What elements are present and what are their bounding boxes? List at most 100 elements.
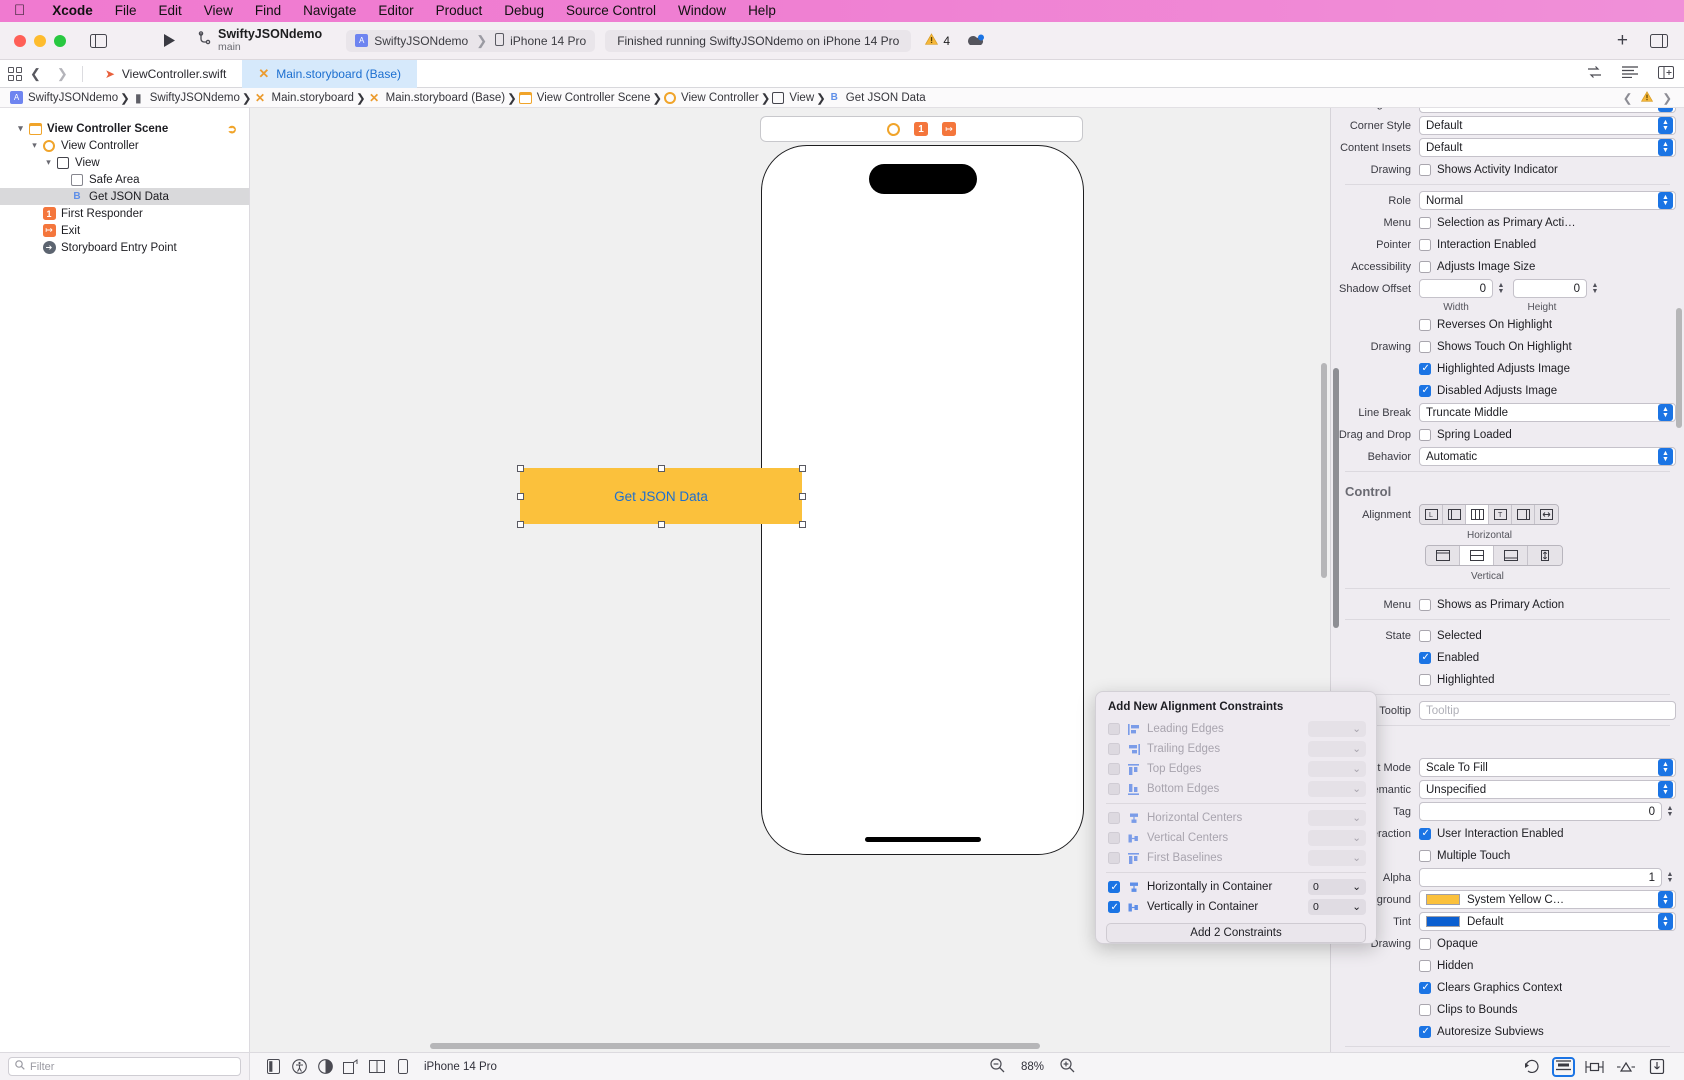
- checkbox-icon[interactable]: [1419, 384, 1431, 397]
- checkbox-icon[interactable]: [1108, 852, 1120, 864]
- breadcrumb-item-storyboard-base[interactable]: ✕ Main.storyboard (Base): [366, 91, 508, 105]
- checkbox-icon[interactable]: [1419, 238, 1431, 251]
- resize-handle-middle-left[interactable]: [517, 493, 524, 500]
- align-center-option[interactable]: [1466, 505, 1489, 524]
- menu-item-find[interactable]: Find: [244, 0, 292, 22]
- first-responder-icon[interactable]: 1: [914, 122, 928, 136]
- chevron-updown-icon[interactable]: ▲▼: [1658, 404, 1673, 421]
- disclosure-triangle-icon[interactable]: ▾: [42, 157, 55, 168]
- zoom-in-button[interactable]: [1060, 1057, 1075, 1076]
- tab-main-storyboard[interactable]: ✕ Main.storyboard (Base): [242, 59, 417, 88]
- checkbox-icon[interactable]: [1419, 959, 1431, 972]
- outline-item-exit[interactable]: ↦ Exit: [0, 222, 249, 239]
- outline-item-first-responder[interactable]: 1 First Responder: [0, 205, 249, 222]
- checkbox-icon[interactable]: [1108, 832, 1120, 844]
- outline-item-view[interactable]: ▾ View: [0, 154, 249, 171]
- checkbox-icon[interactable]: [1108, 723, 1120, 735]
- interaction-enabled-checkbox[interactable]: Interaction Enabled: [1419, 238, 1536, 251]
- chevron-updown-icon[interactable]: ▲▼: [1658, 117, 1673, 134]
- leading-edges-dropdown[interactable]: ⌄: [1308, 721, 1366, 737]
- resize-handle-bottom-left[interactable]: [517, 521, 524, 528]
- reverses-on-highlight-checkbox[interactable]: Reverses On Highlight: [1419, 318, 1552, 331]
- minimize-button[interactable]: [34, 34, 46, 47]
- selection-primary-action-checkbox[interactable]: Selection as Primary Acti…: [1419, 216, 1576, 229]
- zoom-out-button[interactable]: [990, 1057, 1005, 1076]
- device-frame-iphone-14-pro[interactable]: [761, 145, 1084, 855]
- menu-item-help[interactable]: Help: [737, 0, 787, 22]
- document-outline-toggle-icon[interactable]: [260, 1056, 286, 1078]
- align-center-left-option[interactable]: [1443, 505, 1466, 524]
- add-new-constraints-icon[interactable]: [1583, 1057, 1606, 1077]
- resize-handle-middle-right[interactable]: [799, 493, 806, 500]
- view-controller-icon[interactable]: [887, 122, 900, 136]
- behavior-select[interactable]: Automatic ▲ ▼: [1419, 447, 1676, 466]
- align-fill-option[interactable]: [1535, 505, 1558, 524]
- accessibility-icon[interactable]: [286, 1056, 312, 1078]
- checkbox-icon[interactable]: [1419, 260, 1431, 273]
- disabled-adjusts-image-checkbox[interactable]: Disabled Adjusts Image: [1419, 384, 1557, 397]
- adjusts-image-size-checkbox[interactable]: Adjusts Image Size: [1419, 260, 1535, 273]
- horizontally-in-container-dropdown[interactable]: 0 ⌄: [1308, 879, 1366, 895]
- stepper-icon[interactable]: ▲▼: [1664, 868, 1676, 887]
- go-back-button[interactable]: ❮: [22, 66, 49, 82]
- stepper-icon[interactable]: ▲▼: [1495, 279, 1507, 298]
- align-right-option[interactable]: [1512, 505, 1535, 524]
- resize-handle-top-center[interactable]: [658, 465, 665, 472]
- content-insets-select[interactable]: Default ▲ ▼: [1419, 138, 1676, 157]
- align-constraints-button[interactable]: [1552, 1056, 1575, 1077]
- spring-loaded-checkbox[interactable]: Spring Loaded: [1419, 428, 1512, 441]
- highlighted-adjusts-image-checkbox[interactable]: Highlighted Adjusts Image: [1419, 362, 1570, 375]
- opaque-checkbox[interactable]: Opaque: [1419, 937, 1478, 950]
- chevron-updown-icon[interactable]: ▲▼: [1658, 448, 1673, 465]
- scene-dock[interactable]: 1 ↦: [760, 116, 1083, 142]
- go-forward-button[interactable]: ❯: [49, 66, 76, 82]
- checkbox-icon[interactable]: [1419, 428, 1431, 441]
- checkbox-icon[interactable]: [1419, 163, 1431, 176]
- vertical-alignment-segmented[interactable]: [1425, 545, 1563, 566]
- popover-row-bottom-edges[interactable]: Bottom Edges ⌄: [1096, 779, 1376, 799]
- menu-item-view[interactable]: View: [193, 0, 244, 22]
- clips-to-bounds-checkbox[interactable]: Clips to Bounds: [1419, 1003, 1518, 1016]
- exit-icon[interactable]: ↦: [942, 122, 956, 136]
- menu-item-edit[interactable]: Edit: [148, 0, 193, 22]
- checkbox-icon[interactable]: [1108, 783, 1120, 795]
- checkbox-icon[interactable]: [1419, 362, 1431, 375]
- filter-input[interactable]: Filter: [8, 1057, 241, 1076]
- role-select[interactable]: Normal ▲ ▼: [1419, 191, 1676, 210]
- zoom-button[interactable]: [54, 34, 66, 47]
- menu-item-product[interactable]: Product: [425, 0, 494, 22]
- clears-graphics-context-checkbox[interactable]: Clears Graphics Context: [1419, 981, 1562, 994]
- split-canvas-icon[interactable]: [364, 1056, 390, 1078]
- resize-handle-top-right[interactable]: [799, 465, 806, 472]
- disclosure-triangle-icon[interactable]: ▾: [14, 123, 27, 134]
- chevron-updown-icon[interactable]: ▲▼: [1658, 781, 1673, 798]
- inspector-scrollbar-left[interactable]: [1333, 368, 1339, 628]
- warning-indicator[interactable]: 4: [925, 33, 950, 48]
- popover-row-trailing-edges[interactable]: Trailing Edges ⌄: [1096, 739, 1376, 759]
- hidden-checkbox[interactable]: Hidden: [1419, 959, 1473, 972]
- chevron-updown-icon[interactable]: ▲▼: [1658, 192, 1673, 209]
- vertical-centers-dropdown[interactable]: ⌄: [1308, 830, 1366, 846]
- chevron-updown-icon[interactable]: ▲▼: [1658, 891, 1673, 908]
- chevron-updown-icon[interactable]: ▲▼: [1658, 759, 1673, 776]
- checkbox-icon[interactable]: [1419, 937, 1431, 950]
- popover-row-horizontal-centers[interactable]: Horizontal Centers ⌄: [1096, 808, 1376, 828]
- run-button[interactable]: [163, 33, 176, 48]
- line-break-select[interactable]: Truncate Middle ▲ ▼: [1419, 403, 1676, 422]
- next-issue-button[interactable]: ❯: [1662, 91, 1672, 105]
- horizontal-centers-dropdown[interactable]: ⌄: [1308, 810, 1366, 826]
- checkbox-icon[interactable]: [1108, 763, 1120, 775]
- canvas-vertical-scrollbar[interactable]: [1321, 363, 1327, 578]
- checkbox-icon[interactable]: [1419, 1003, 1431, 1016]
- trailing-edges-dropdown[interactable]: ⌄: [1308, 741, 1366, 757]
- add-editor-button[interactable]: +: [1617, 30, 1628, 52]
- outline-item-get-json-data[interactable]: B Get JSON Data: [0, 188, 249, 205]
- align-left-option[interactable]: L: [1420, 505, 1443, 524]
- resize-handle-bottom-center[interactable]: [658, 521, 665, 528]
- minimap-icon[interactable]: [1622, 66, 1638, 81]
- account-status-icon[interactable]: [966, 33, 986, 49]
- first-baselines-dropdown[interactable]: ⌄: [1308, 850, 1366, 866]
- canvas-horizontal-scrollbar[interactable]: [430, 1043, 1040, 1049]
- device-preview-icon[interactable]: [390, 1056, 416, 1078]
- checkbox-icon[interactable]: [1108, 881, 1120, 894]
